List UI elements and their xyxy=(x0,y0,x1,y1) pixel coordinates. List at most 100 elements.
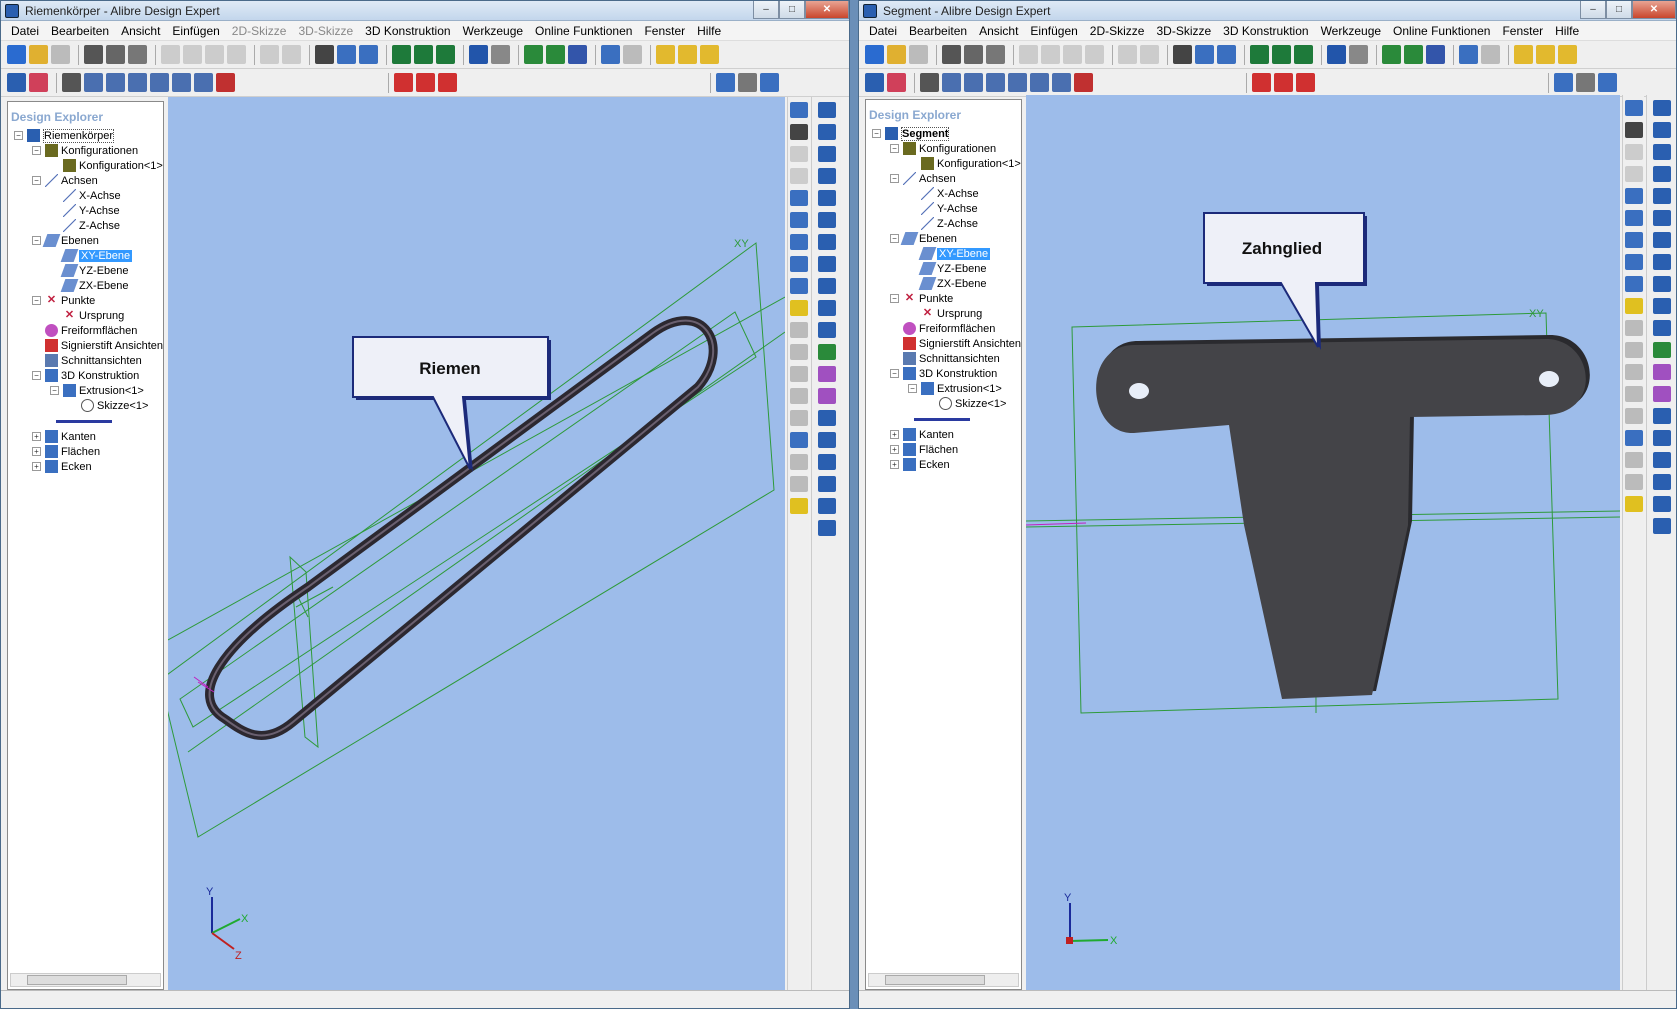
loft-icon[interactable] xyxy=(1652,166,1671,182)
menu-datei[interactable]: Datei xyxy=(863,24,903,38)
measure-icon[interactable] xyxy=(1382,45,1401,64)
menu-3d-skizze[interactable]: 3D-Skizze xyxy=(1150,24,1217,38)
drafting-icon[interactable] xyxy=(216,73,235,92)
rollback-bar[interactable] xyxy=(14,413,163,429)
hole-tool-icon[interactable] xyxy=(1652,232,1671,248)
tree-ecken[interactable]: + Ecken xyxy=(872,457,1021,472)
tree-yz-ebene[interactable]: YZ-Ebene xyxy=(872,261,1021,276)
pattern-tool-icon[interactable] xyxy=(817,366,836,382)
tree-x-achse[interactable]: X-Achse xyxy=(872,186,1021,201)
line-tool-icon[interactable] xyxy=(623,45,642,64)
back-arrow-icon[interactable] xyxy=(469,45,488,64)
menu-online-funktionen[interactable]: Online Funktionen xyxy=(529,24,638,38)
section-icon[interactable] xyxy=(1598,73,1617,92)
sketch-plane-icon[interactable] xyxy=(601,45,620,64)
tree-konfiguration[interactable]: Konfiguration<1> xyxy=(872,156,1021,171)
maximize-button[interactable]: □ xyxy=(1606,1,1632,19)
menu-hilfe[interactable]: Hilfe xyxy=(1549,24,1585,38)
chamfer-tool-icon[interactable] xyxy=(817,278,836,294)
tree-root[interactable]: − Segment xyxy=(872,126,1021,141)
tree-konstruktion[interactable]: −3D Konstruktion xyxy=(872,366,1021,381)
tree-flaechen[interactable]: + Flächen xyxy=(872,442,1021,457)
line-tool-icon[interactable] xyxy=(1481,45,1500,64)
project-icon[interactable] xyxy=(1624,496,1643,512)
tree-skizze[interactable]: Skizze<1> xyxy=(14,398,163,413)
zoom-fit-icon[interactable] xyxy=(1294,45,1313,64)
zoom-window-icon[interactable] xyxy=(1272,45,1291,64)
circle-icon[interactable] xyxy=(1624,210,1643,226)
constraint-icon[interactable] xyxy=(920,73,939,92)
cut-revolve-icon[interactable] xyxy=(1652,210,1671,226)
select-arrow-icon[interactable] xyxy=(1173,45,1192,64)
tree-freiform[interactable]: Freiformflächen xyxy=(14,323,163,338)
cut-revolve-icon[interactable] xyxy=(817,212,836,228)
dimension-icon[interactable] xyxy=(789,432,808,448)
line-icon[interactable] xyxy=(789,146,808,162)
copy-icon[interactable] xyxy=(183,45,202,64)
tree-xy-ebene[interactable]: XY-Ebene xyxy=(14,248,163,263)
material-icon[interactable] xyxy=(817,520,836,536)
circle-icon[interactable] xyxy=(789,212,808,228)
explorer-scrollbar[interactable] xyxy=(10,973,161,987)
mirror-icon[interactable] xyxy=(1052,73,1071,92)
menu-online-funktionen[interactable]: Online Funktionen xyxy=(1387,24,1496,38)
shading-icon[interactable] xyxy=(1576,73,1595,92)
revolve-icon[interactable] xyxy=(1652,122,1671,138)
tree-z-achse[interactable]: Z-Achse xyxy=(14,218,163,233)
tooth-link-body[interactable] xyxy=(1096,335,1590,699)
line-icon[interactable] xyxy=(1624,144,1643,160)
fillet-sketch-icon[interactable] xyxy=(1624,386,1643,402)
revolve-icon[interactable] xyxy=(817,124,836,140)
new-icon[interactable] xyxy=(865,45,884,64)
viewport[interactable]: XY Zahnglied Y X xyxy=(1025,95,1621,990)
cube-side-icon[interactable] xyxy=(1558,45,1577,64)
hole-tool-icon[interactable] xyxy=(817,234,836,250)
tree-zx-ebene[interactable]: ZX-Ebene xyxy=(872,276,1021,291)
extrude-icon[interactable] xyxy=(817,102,836,118)
tree-extrusion[interactable]: − Extrusion<1> xyxy=(872,381,1021,396)
arc-tool-icon[interactable] xyxy=(789,234,808,250)
hole-icon[interactable] xyxy=(84,73,103,92)
spline-icon[interactable] xyxy=(1624,276,1643,292)
draft-icon[interactable] xyxy=(1652,320,1671,336)
rollback-bar[interactable] xyxy=(872,411,1021,427)
add-icon[interactable] xyxy=(1624,122,1643,138)
thicken-icon[interactable] xyxy=(1652,342,1671,358)
tree-kanten[interactable]: + Kanten xyxy=(872,427,1021,442)
forward-arrow-icon[interactable] xyxy=(491,45,510,64)
menu-2d-skizze[interactable]: 2D-Skizze xyxy=(226,24,293,38)
pdf-export-icon[interactable] xyxy=(394,73,413,92)
design-table-icon[interactable] xyxy=(817,476,836,492)
design-table-icon[interactable] xyxy=(1652,474,1671,490)
menu-ansicht[interactable]: Ansicht xyxy=(973,24,1024,38)
view-orient-icon[interactable] xyxy=(1554,73,1573,92)
cut-extrude-icon[interactable] xyxy=(817,190,836,206)
tree-ursprung[interactable]: ✕ Ursprung xyxy=(872,306,1021,321)
tree-z-achse[interactable]: Z-Achse xyxy=(872,216,1021,231)
print-setup-icon[interactable] xyxy=(986,45,1005,64)
cut-icon[interactable] xyxy=(1019,45,1038,64)
zoom-window-icon[interactable] xyxy=(414,45,433,64)
save-icon[interactable] xyxy=(909,45,928,64)
menu-hilfe[interactable]: Hilfe xyxy=(691,24,727,38)
material-icon[interactable] xyxy=(1652,518,1671,534)
close-button[interactable]: ✕ xyxy=(1632,1,1676,19)
cube-view-icon[interactable] xyxy=(1514,45,1533,64)
chamfer-sketch-icon[interactable] xyxy=(1624,408,1643,424)
check-icon[interactable] xyxy=(546,45,565,64)
rectangle-icon[interactable] xyxy=(1624,254,1643,270)
shell-icon[interactable] xyxy=(150,73,169,92)
tree-skizze[interactable]: Skizze<1> xyxy=(872,396,1021,411)
render-icon[interactable] xyxy=(568,45,587,64)
pdf-save-icon[interactable] xyxy=(1274,73,1293,92)
thicken-icon[interactable] xyxy=(817,344,836,360)
sweep-icon[interactable] xyxy=(817,146,836,162)
cut-extrude-icon[interactable] xyxy=(1652,188,1671,204)
part-icon[interactable] xyxy=(865,73,884,92)
tree-punkte[interactable]: − ✕ Punkte xyxy=(872,291,1021,306)
split-icon[interactable] xyxy=(1652,408,1671,424)
cut-icon[interactable] xyxy=(161,45,180,64)
menu-3d-konstruktion[interactable]: 3D Konstruktion xyxy=(1217,24,1314,38)
tree-y-achse[interactable]: Y-Achse xyxy=(872,201,1021,216)
zoom-in-icon[interactable] xyxy=(1250,45,1269,64)
